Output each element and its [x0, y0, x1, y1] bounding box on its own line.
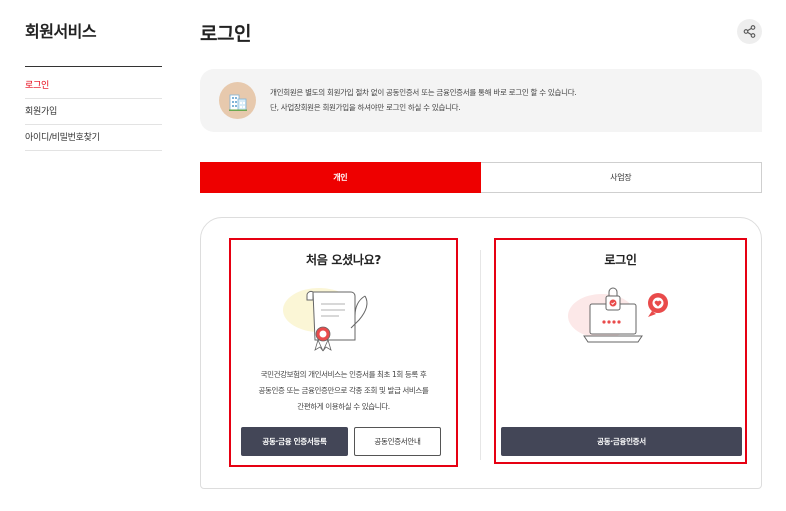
laptop-lock-icon [568, 287, 668, 343]
member-type-tabs: 개인 사업장 [200, 162, 762, 193]
first-visit-desc-line-1: 국민건강보험의 개인서비스는 인증서를 최초 1회 등록 후 [260, 370, 427, 379]
share-icon [743, 25, 756, 38]
register-certificate-button[interactable]: 공동·금융 인증서등록 [241, 427, 348, 456]
sidebar-divider [25, 66, 162, 67]
login-card-title: 로그인 [604, 253, 637, 267]
notice-line-2: 단, 사업장회원은 회원가입을 하셔야만 로그인 하실 수 있습니다. [270, 103, 461, 112]
first-visit-description: 국민건강보험의 개인서비스는 인증서를 최초 1회 등록 후 공동인증 또는 금… [235, 367, 452, 415]
certificate-scroll-icon [283, 288, 368, 352]
first-visit-desc-line-2: 공동인증 또는 금융인증만으로 각종 조회 및 발급 서비스를 [258, 386, 429, 395]
sidebar-nav: 로그인 회원가입 아이디/비밀번호찾기 [25, 73, 162, 151]
login-card: 로그인 공동·금융인증서 [494, 238, 747, 464]
certificate-login-button[interactable]: 공동·금융인증서 [501, 427, 742, 456]
tab-individual[interactable]: 개인 [200, 162, 481, 193]
notice-line-1: 개인회원은 별도의 회원가입 절차 없이 공동인증서 또는 금융인증서를 통해 … [270, 88, 577, 97]
notice-text: 개인회원은 별도의 회원가입 절차 없이 공동인증서 또는 금융인증서를 통해 … [270, 85, 577, 115]
sidebar-item-signup[interactable]: 회원가입 [25, 99, 162, 125]
share-button[interactable] [737, 19, 762, 44]
notice-box: 개인회원은 별도의 회원가입 절차 없이 공동인증서 또는 금융인증서를 통해 … [200, 69, 762, 132]
page-title: 로그인 [200, 23, 251, 45]
panel-divider [480, 250, 481, 460]
building-icon [219, 82, 256, 119]
sidebar-title: 회원서비스 [25, 22, 97, 41]
first-visit-desc-line-3: 간편하게 이용하실 수 있습니다. [297, 402, 390, 411]
first-visit-title: 처음 오셨나요? [306, 253, 381, 267]
certificate-guide-button[interactable]: 공동인증서안내 [354, 427, 441, 456]
tab-business[interactable]: 사업장 [480, 162, 762, 193]
sidebar-item-find-account[interactable]: 아이디/비밀번호찾기 [25, 125, 162, 151]
first-visit-card: 처음 오셨나요? 국민건강보험의 개인서비스는 인증서를 최초 1회 등록 후 … [229, 238, 458, 467]
sidebar-item-login[interactable]: 로그인 [25, 73, 162, 99]
